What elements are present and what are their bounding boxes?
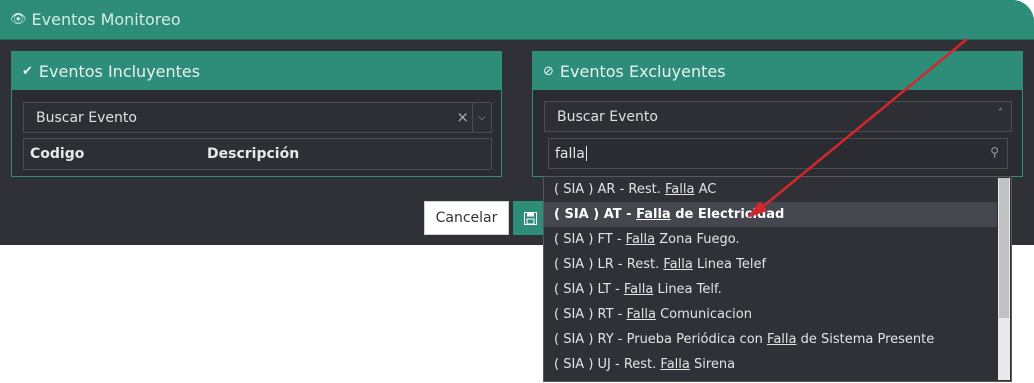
eye-icon: 👁 [10,12,27,27]
option-suffix: Linea Telf. [653,282,722,297]
event-option[interactable]: ( SIA ) LT - Falla Linea Telf. [544,277,997,302]
event-search-input[interactable]: falla ⚲ [548,138,1008,169]
included-panel-header: ✔ Eventos Incluyentes [12,52,501,90]
option-match: Falla [663,257,693,272]
excluded-event-select[interactable]: Buscar Evento ˄ [544,101,1012,132]
option-match: Falla [660,357,690,372]
event-search-value: falla [555,145,585,162]
option-match: Falla [623,282,654,297]
scrollbar-thumb[interactable] [999,178,1009,318]
excluded-panel-header: ⊘ Eventos Excluyentes [533,52,1022,90]
event-option[interactable]: ( SIA ) LR - Rest. Falla Linea Telef [544,252,997,277]
window-title: Eventos Monitoreo [31,10,181,29]
event-option[interactable]: ( SIA ) AR - Rest. Falla AC [544,177,997,202]
event-option[interactable]: ( SIA ) RT - Falla Comunicacion [544,302,997,327]
save-icon [523,211,537,225]
column-descripcion: Descripción [207,146,300,162]
option-suffix: Zona Fuego. [655,232,740,247]
chevron-up-icon[interactable]: ˄ [998,108,1003,119]
option-prefix: ( SIA ) UJ - Rest. [554,357,661,372]
excluded-select-placeholder: Buscar Evento [557,108,658,125]
included-select-placeholder: Buscar Evento [36,109,137,126]
option-match: Falla [625,232,656,247]
option-prefix: ( SIA ) FT - [554,232,626,247]
option-suffix: Comunicacion [655,307,752,322]
option-suffix: Linea Telef [692,257,767,272]
event-option[interactable]: ( SIA ) UJ - Rest. Falla Sirena [544,352,997,377]
window-header: 👁 Eventos Monitoreo [0,0,1034,40]
chevron-down-icon[interactable]: ⌵ [472,103,491,132]
event-option[interactable]: ( SIA ) FT - Falla Zona Fuego. [544,227,997,252]
excluded-panel-title: Eventos Excluyentes [559,61,726,81]
option-match: Falla [767,332,797,347]
included-panel-title: Eventos Incluyentes [38,61,201,81]
option-suffix: AC [694,182,717,197]
cancel-button[interactable]: Cancelar [424,201,509,235]
event-options-dropdown[interactable]: ( SIA ) AR - Rest. Falla AC( SIA ) AT - … [543,176,1012,382]
event-option[interactable]: ( SIA ) RY - Prueba Periódica con Falla … [544,327,997,352]
text-caret [585,146,587,161]
option-prefix: ( SIA ) AT - [554,207,637,222]
option-suffix: Sirena [689,357,736,372]
save-button[interactable] [513,201,547,235]
included-events-panel: ✔ Eventos Incluyentes Buscar Evento × ⌵ … [11,51,502,177]
option-match: Falla [626,307,656,322]
option-prefix: ( SIA ) RT - [554,307,627,322]
option-match: Falla [664,182,695,197]
clear-icon[interactable]: × [456,103,469,132]
search-icon: ⚲ [990,145,999,159]
column-codigo: Codigo [30,146,85,162]
option-prefix: ( SIA ) AR - Rest. [554,182,665,197]
option-match: Falla [636,207,671,222]
option-prefix: ( SIA ) LR - Rest. [554,257,664,272]
dropdown-scrollbar[interactable] [998,178,1010,380]
option-suffix: de Electricidad [670,207,785,222]
options-list: ( SIA ) AR - Rest. Falla AC( SIA ) AT - … [544,177,1011,377]
event-option[interactable]: ( SIA ) AT - Falla de Electricidad [544,202,997,227]
option-suffix: de Sistema Presente [796,332,935,347]
check-circle-icon: ✔ [22,63,33,79]
ban-circle-icon: ⊘ [543,63,554,79]
option-prefix: ( SIA ) RY - Prueba Periódica con [554,332,768,347]
included-table-header: Codigo Descripción [23,138,492,170]
included-event-select[interactable]: Buscar Evento × ⌵ [23,102,492,133]
option-prefix: ( SIA ) LT - [554,282,624,297]
